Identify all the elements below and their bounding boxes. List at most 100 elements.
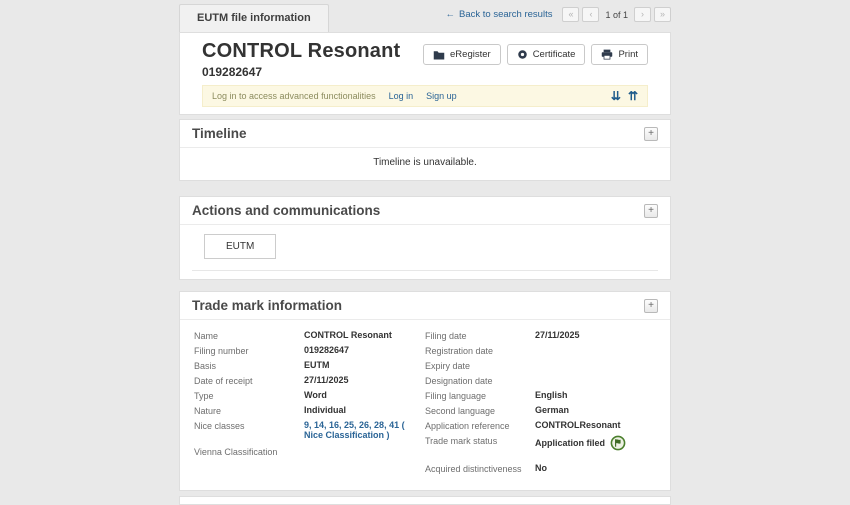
table-row: Second language German (425, 405, 656, 416)
field-value: English (535, 390, 568, 401)
eregister-button-label: eRegister (450, 49, 491, 60)
trademark-header-card: CONTROL Resonant 019282647 eRegister Cer… (179, 32, 671, 115)
printer-icon (601, 49, 613, 60)
actions-section-title: Actions and communications (192, 203, 380, 218)
filing-number-heading: 019282647 (202, 65, 400, 79)
field-label: Acquired distinctiveness (425, 463, 535, 474)
pagination-next-button[interactable]: › (634, 7, 651, 22)
field-label: Second language (425, 405, 535, 416)
actions-tab-divider (192, 270, 658, 279)
pagination-prev-button[interactable]: ‹ (582, 7, 599, 22)
certificate-button-label: Certificate (533, 49, 576, 60)
table-row: Application reference CONTROLResonant (425, 420, 656, 431)
pagination-label: 1 of 1 (605, 10, 628, 20)
field-value: No (535, 463, 547, 474)
header-action-buttons: eRegister Certificate Print (423, 40, 648, 79)
field-value: 9, 14, 16, 25, 26, 28, 41 ( Nice Classif… (304, 420, 425, 440)
back-to-search-results-link[interactable]: ← Back to search results (446, 9, 553, 20)
expand-collapse-controls: ⇊ ⇈ (611, 90, 638, 102)
table-row: Nature Individual (194, 405, 425, 416)
field-label: Filing date (425, 330, 535, 341)
field-value: Application filed (535, 438, 605, 448)
sign-up-link[interactable]: Sign up (426, 91, 457, 101)
tab-eutm-file-information[interactable]: EUTM file information (179, 4, 329, 32)
actions-communications-section: Actions and communications + EUTM (179, 196, 671, 280)
field-label: Trade mark status (425, 435, 535, 451)
trademark-section-title: Trade mark information (192, 298, 342, 313)
table-row: Acquired distinctiveness No (425, 463, 656, 474)
pagination-last-button[interactable]: » (654, 7, 671, 22)
field-label: Nice classes (194, 420, 304, 440)
back-arrow-icon: ← (446, 9, 456, 20)
table-row: Registration date (425, 345, 656, 356)
table-row: Trade mark status Application filed (425, 435, 656, 451)
timeline-section-title: Timeline (192, 126, 247, 141)
login-message: Log in to access advanced functionalitie… (212, 91, 376, 101)
field-value: CONTROLResonant (535, 420, 621, 431)
field-label: Vienna Classification (194, 446, 304, 457)
field-label: Designation date (425, 375, 535, 386)
tab-eutm[interactable]: EUTM (204, 234, 276, 259)
table-row: Type Word (194, 390, 425, 401)
timeline-expand-button[interactable]: + (644, 127, 658, 141)
pagination-first-button[interactable]: « (562, 7, 579, 22)
table-row: Basis EUTM (194, 360, 425, 371)
actions-expand-button[interactable]: + (644, 204, 658, 218)
expand-all-icon[interactable]: ⇊ (611, 90, 621, 102)
field-label: Filing language (425, 390, 535, 401)
table-row: Filing language English (425, 390, 656, 401)
table-row: Vienna Classification (194, 446, 425, 457)
print-button[interactable]: Print (591, 44, 648, 65)
field-value: German (535, 405, 569, 416)
log-in-link[interactable]: Log in (389, 91, 414, 101)
field-label: Name (194, 330, 304, 341)
timeline-unavailable-message: Timeline is unavailable. (180, 148, 670, 180)
trademark-expand-button[interactable]: + (644, 299, 658, 313)
field-label: Nature (194, 405, 304, 416)
trade-mark-status-value: Application filed (535, 435, 626, 451)
table-row: Filing date 27/11/2025 (425, 330, 656, 341)
field-label: Type (194, 390, 304, 401)
field-value: 019282647 (304, 345, 349, 356)
trademark-section-header: Trade mark information + (180, 292, 670, 320)
top-bar: EUTM file information ← Back to search r… (179, 4, 671, 32)
trademark-left-column: Name CONTROL Resonant Filing number 0192… (194, 330, 425, 478)
table-row: Name CONTROL Resonant (194, 330, 425, 341)
table-row: Nice classes 9, 14, 16, 25, 26, 28, 41 (… (194, 420, 425, 440)
field-label: Filing number (194, 345, 304, 356)
pagination: « ‹ 1 of 1 › » (562, 7, 671, 22)
field-label: Basis (194, 360, 304, 371)
table-row: Designation date (425, 375, 656, 386)
trademark-information-section: Trade mark information + Name CONTROL Re… (179, 291, 671, 491)
table-row: Filing number 019282647 (194, 345, 425, 356)
field-label: Date of receipt (194, 375, 304, 386)
folder-icon (433, 50, 445, 60)
print-button-label: Print (618, 49, 638, 60)
table-row: Date of receipt 27/11/2025 (194, 375, 425, 386)
eregister-button[interactable]: eRegister (423, 44, 501, 65)
back-link-label: Back to search results (459, 9, 552, 20)
certificate-button[interactable]: Certificate (507, 44, 586, 65)
field-value: CONTROL Resonant (304, 330, 392, 341)
trademark-details: Name CONTROL Resonant Filing number 0192… (180, 320, 670, 490)
trademark-right-column: Filing date 27/11/2025 Registration date… (425, 330, 656, 478)
actions-section-body: EUTM (180, 225, 670, 279)
field-value: Individual (304, 405, 346, 416)
page-title: CONTROL Resonant (202, 40, 400, 63)
application-filed-status-icon (610, 435, 626, 451)
field-value: 27/11/2025 (535, 330, 580, 341)
timeline-section: Timeline + Timeline is unavailable. (179, 119, 671, 181)
nice-classes-link[interactable]: 9, 14, 16, 25, 26, 28, 41 (304, 420, 399, 430)
field-value: Word (304, 390, 327, 401)
collapse-all-icon[interactable]: ⇈ (628, 90, 638, 102)
page-content: EUTM file information ← Back to search r… (179, 0, 671, 505)
timeline-section-header: Timeline + (180, 120, 670, 148)
field-label: Application reference (425, 420, 535, 431)
actions-section-header: Actions and communications + (180, 197, 670, 225)
field-label: Registration date (425, 345, 535, 356)
certificate-seal-icon (517, 49, 528, 60)
login-notice-bar: Log in to access advanced functionalitie… (202, 85, 648, 107)
top-right-controls: ← Back to search results « ‹ 1 of 1 › » (446, 4, 672, 22)
field-value: EUTM (304, 360, 330, 371)
field-label: Expiry date (425, 360, 535, 371)
